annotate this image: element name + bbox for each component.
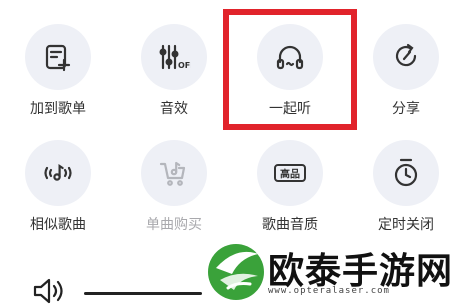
brand-logo-icon: [208, 244, 264, 300]
menu-item-buy-single: 单曲购买: [124, 140, 224, 234]
menu-item-similar-songs[interactable]: 相似歌曲: [8, 140, 108, 234]
menu-item-label: 加到歌单: [30, 101, 86, 117]
shopping-cart-icon: [159, 161, 186, 186]
menu-item-label: 定时关闭: [378, 217, 434, 233]
menu-item-sound-effect[interactable]: OFF 音效: [124, 24, 224, 118]
add-to-playlist-icon: [45, 44, 71, 72]
menu-item-label: 音效: [160, 101, 188, 117]
menu-item-song-quality[interactable]: 高品 歌曲音质: [240, 140, 340, 234]
sound-effect-badge: OFF: [178, 61, 191, 70]
sound-effect-button[interactable]: OFF: [141, 24, 207, 90]
similar-songs-icon: [44, 163, 72, 181]
menu-item-label: 分享: [392, 101, 420, 117]
menu-item-share[interactable]: 分享: [356, 24, 452, 118]
highlight-box: [223, 9, 357, 130]
menu-item-label: 相似歌曲: [30, 217, 86, 233]
similar-songs-button[interactable]: [25, 140, 91, 206]
menu-item-label: 歌曲音质: [262, 217, 318, 233]
brand-url: www.opteralaser.com: [268, 286, 390, 296]
quality-icon: 高品: [274, 164, 306, 182]
timer-icon: [394, 158, 418, 187]
menu-item-label: 单曲购买: [146, 217, 202, 233]
watermark: 欧泰手游网 www.opteralaser.com: [206, 238, 452, 305]
menu-item-add-to-playlist[interactable]: 加到歌单: [8, 24, 108, 118]
quality-badge: 高品: [280, 168, 300, 181]
song-quality-button[interactable]: 高品: [257, 140, 323, 206]
share-icon: [395, 43, 417, 67]
volume-icon: [33, 278, 63, 304]
share-button[interactable]: [373, 24, 439, 90]
timer-off-button[interactable]: [373, 140, 439, 206]
buy-single-button: [141, 140, 207, 206]
volume-slider-track[interactable]: [84, 292, 202, 295]
sound-effect-off-icon: OFF: [159, 44, 191, 70]
menu-item-timer-off[interactable]: 定时关闭: [356, 140, 452, 234]
add-to-playlist-button[interactable]: [25, 24, 91, 90]
